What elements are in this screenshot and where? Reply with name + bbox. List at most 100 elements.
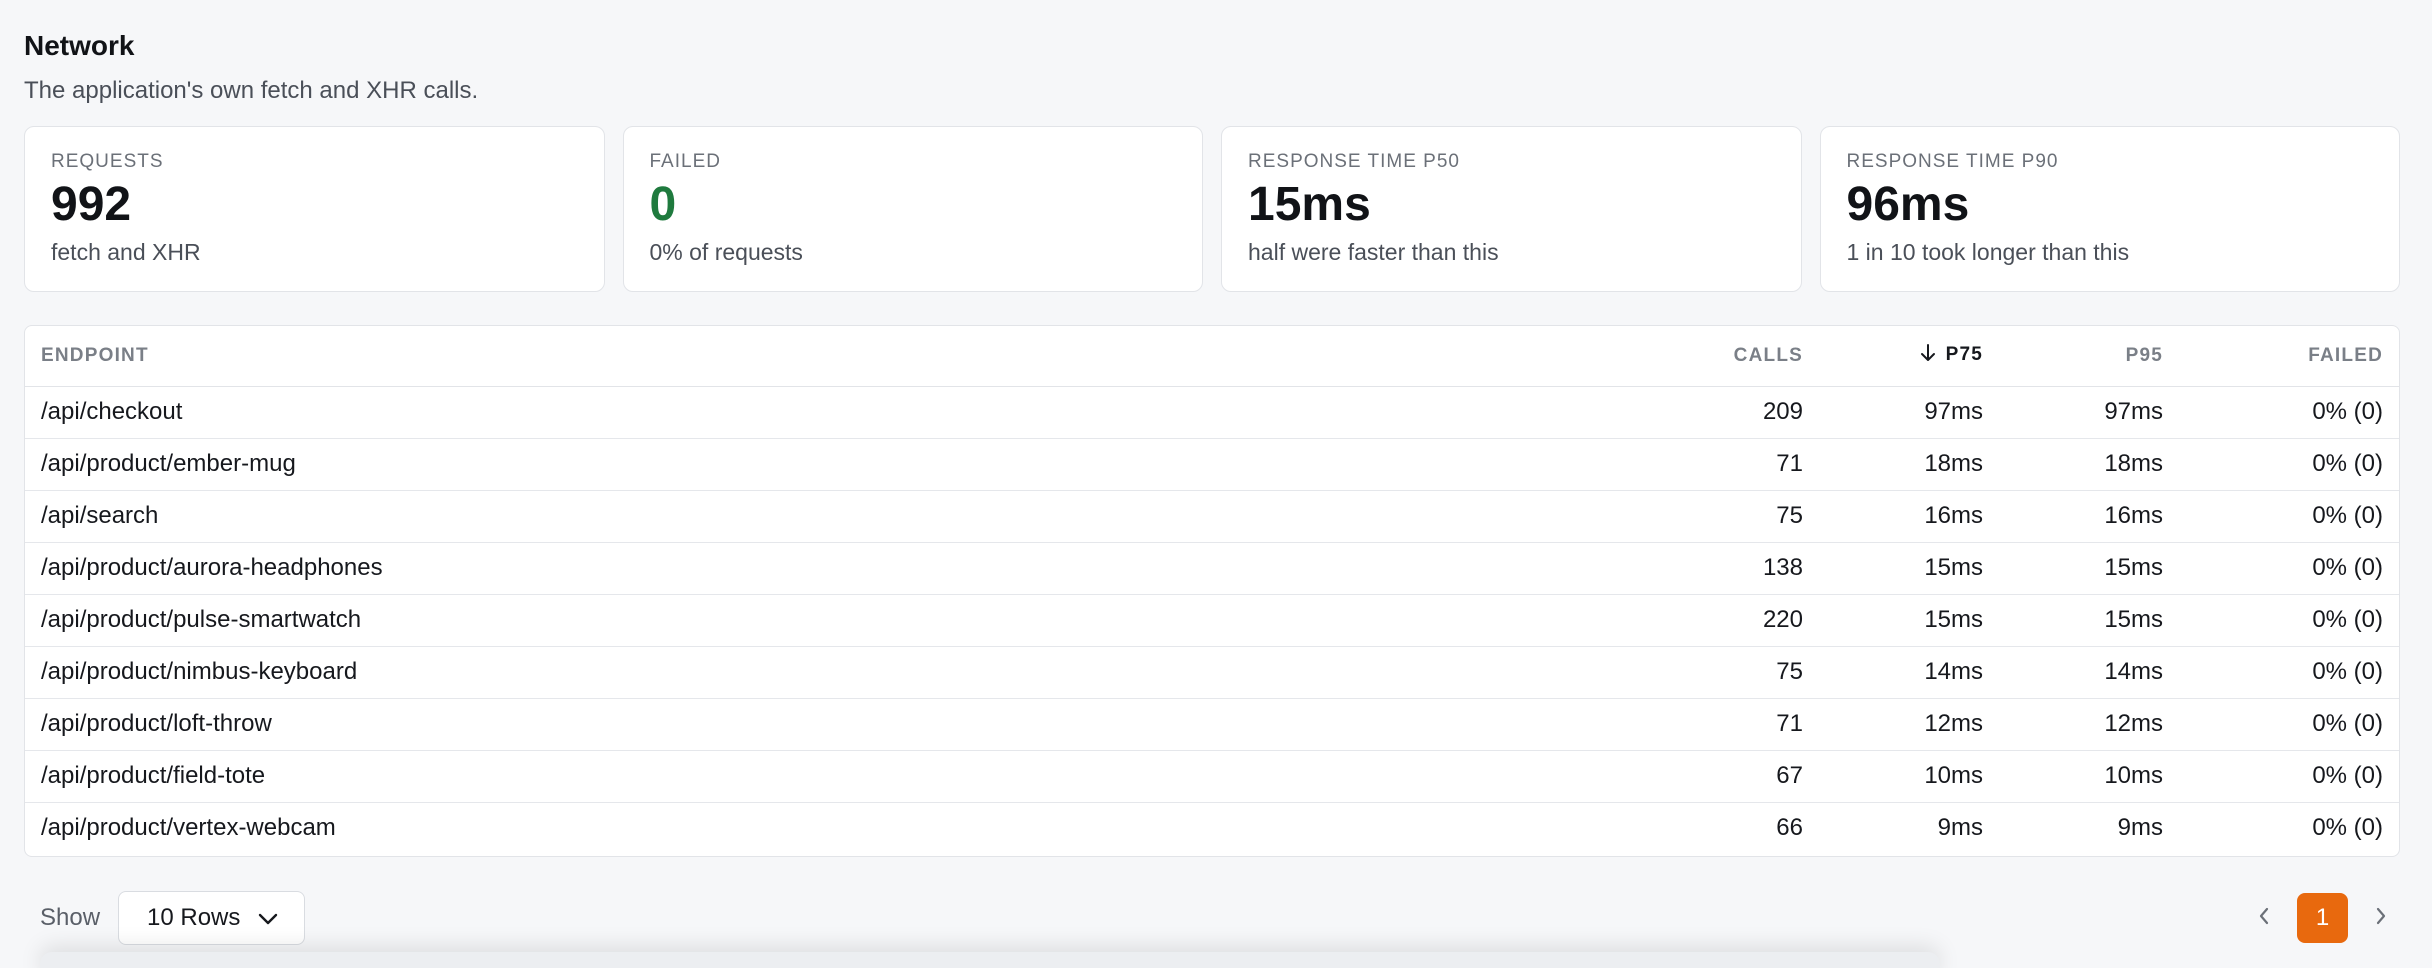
- network-page: Network The application's own fetch and …: [0, 0, 2432, 968]
- card-value: 15ms: [1248, 178, 1371, 231]
- cell-p95: 16ms: [1999, 489, 2179, 542]
- cell-failed: 0% (0): [2179, 697, 2399, 750]
- cell-endpoint: /api/product/vertex-webcam: [25, 801, 1639, 854]
- page-button-current[interactable]: 1: [2297, 893, 2348, 943]
- column-header-label: CALLS: [1733, 344, 1803, 366]
- cell-p75: 15ms: [1819, 541, 1999, 594]
- cell-failed: 0% (0): [2179, 437, 2399, 490]
- card-caption: half were faster than this: [1248, 239, 1499, 265]
- show-rows-label: Show: [40, 904, 101, 931]
- failed-card: FAILED 0 0% of requests: [622, 126, 1203, 292]
- cell-calls: 75: [1639, 489, 1819, 542]
- card-label: RESPONSE TIME P90: [1846, 151, 2059, 172]
- cell-failed: 0% (0): [2312, 398, 2383, 425]
- column-header-failed[interactable]: FAILED: [2179, 326, 2399, 387]
- cell-p75: 12ms: [1819, 697, 1999, 750]
- next-page-button[interactable]: [2370, 907, 2392, 929]
- table-footer: Show 10 Rows 1: [40, 891, 2392, 945]
- cell-endpoint: /api/product/aurora-headphones: [25, 541, 1639, 594]
- cell-p95: 10ms: [1999, 749, 2179, 802]
- rows-per-page-select[interactable]: 10 Rows: [118, 891, 305, 945]
- card-value: 0: [649, 178, 677, 231]
- summary-cards: REQUESTS 992 fetch and XHR FAILED 0 0% o…: [24, 126, 2400, 292]
- column-header-endpoint[interactable]: ENDPOINT: [25, 326, 1639, 387]
- cell-p75: 16ms: [1819, 489, 1999, 542]
- cell-endpoint: /api/product/loft-throw: [25, 697, 1639, 750]
- cell-failed: 0% (0): [2179, 489, 2399, 542]
- cell-failed: 0% (0): [2179, 645, 2399, 698]
- table-body: /api/checkout 209 97ms 97ms 0% (0) /api/…: [25, 386, 2399, 854]
- card-label: REQUESTS: [51, 151, 164, 172]
- cell-p95: 15ms: [1999, 593, 2179, 646]
- cell-calls: 220: [1639, 593, 1819, 646]
- card-value: 992: [51, 178, 132, 231]
- bottom-overlay-edge: [40, 952, 1940, 968]
- card-label: RESPONSE TIME P50: [1248, 151, 1460, 172]
- card-label: FAILED: [649, 151, 721, 172]
- column-header-label: FAILED: [2308, 344, 2383, 366]
- column-header-label: P75: [1945, 343, 1983, 365]
- cell-failed: 0% (0): [2179, 801, 2399, 854]
- cell-failed: 0% (0): [2179, 593, 2399, 646]
- cell-p75: 15ms: [1819, 593, 1999, 646]
- page-title: Network: [24, 30, 135, 61]
- cell-p95: 12ms: [1999, 697, 2179, 750]
- cell-p95: 97ms: [2104, 398, 2163, 425]
- cell-calls: 66: [1639, 801, 1819, 854]
- cell-calls: 67: [1639, 749, 1819, 802]
- cell-p95: 15ms: [1999, 541, 2179, 594]
- cell-p95: 18ms: [1999, 437, 2179, 490]
- cell-calls: 75: [1639, 645, 1819, 698]
- cell-p75: 18ms: [1819, 437, 1999, 490]
- page-subtitle: The application's own fetch and XHR call…: [24, 77, 479, 104]
- response-time-p90-card: RESPONSE TIME P90 96ms 1 in 10 took long…: [1819, 126, 2400, 292]
- previous-page-button[interactable]: [2253, 907, 2275, 929]
- chevron-left-icon: [2258, 907, 2270, 930]
- cell-calls: 71: [1639, 697, 1819, 750]
- cell-endpoint: /api/product/pulse-smartwatch: [25, 593, 1639, 646]
- cell-endpoint: /api/product/nimbus-keyboard: [25, 645, 1639, 698]
- table-row[interactable]: /api/product/pulse-smartwatch 220 15ms 1…: [25, 593, 2399, 646]
- card-value: 96ms: [1846, 178, 1970, 231]
- table-row[interactable]: /api/product/field-tote 67 10ms 10ms 0% …: [25, 749, 2399, 802]
- cell-endpoint: /api/product/field-tote: [25, 749, 1639, 802]
- page-header: Network The application's own fetch and …: [24, 28, 478, 106]
- table-row[interactable]: /api/product/ember-mug 71 18ms 18ms 0% (…: [25, 437, 2399, 490]
- cell-p95: 9ms: [1999, 801, 2179, 854]
- cell-endpoint: /api/checkout: [41, 398, 183, 425]
- column-header-calls[interactable]: CALLS: [1639, 326, 1819, 387]
- cell-calls: 138: [1639, 541, 1819, 594]
- table-row[interactable]: /api/product/aurora-headphones 138 15ms …: [25, 541, 2399, 594]
- cell-calls: 209: [1762, 398, 1803, 425]
- cell-p75: 9ms: [1819, 801, 1999, 854]
- cell-failed: 0% (0): [2179, 541, 2399, 594]
- card-caption: 1 in 10 took longer than this: [1846, 239, 2130, 265]
- cell-p95: 14ms: [1999, 645, 2179, 698]
- cell-calls: 71: [1639, 437, 1819, 490]
- rows-per-page-value: 10 Rows: [147, 904, 241, 931]
- column-header-label: ENDPOINT: [41, 344, 149, 366]
- card-caption: fetch and XHR: [51, 239, 201, 265]
- cell-failed: 0% (0): [2179, 749, 2399, 802]
- table-header-row: ENDPOINT CALLS P75 P95 FAILED: [25, 326, 2399, 387]
- card-caption: 0% of requests: [649, 239, 803, 265]
- sort-descending-icon: [1920, 343, 1936, 368]
- cell-p75: 97ms: [1924, 398, 1983, 425]
- column-header-p75[interactable]: P75: [1819, 326, 1999, 387]
- cell-p75: 14ms: [1819, 645, 1999, 698]
- requests-card: REQUESTS 992 fetch and XHR: [24, 126, 605, 292]
- table-row[interactable]: /api/product/loft-throw 71 12ms 12ms 0% …: [25, 697, 2399, 750]
- cell-endpoint: /api/search: [25, 489, 1639, 542]
- cell-endpoint: /api/product/ember-mug: [25, 437, 1639, 490]
- column-header-p95[interactable]: P95: [1999, 326, 2179, 387]
- table-row[interactable]: /api/product/vertex-webcam 66 9ms 9ms 0%…: [25, 801, 2399, 854]
- table-row[interactable]: /api/checkout 209 97ms 97ms 0% (0): [25, 386, 2399, 438]
- pagination: 1: [2253, 891, 2392, 945]
- table-row[interactable]: /api/product/nimbus-keyboard 75 14ms 14m…: [25, 645, 2399, 698]
- chevron-down-icon: [258, 904, 278, 932]
- chevron-right-icon: [2375, 907, 2387, 930]
- response-time-p50-card: RESPONSE TIME P50 15ms half were faster …: [1221, 126, 1802, 292]
- cell-p75: 10ms: [1819, 749, 1999, 802]
- endpoints-table: ENDPOINT CALLS P75 P95 FAILED /api/check…: [24, 325, 2400, 857]
- table-row[interactable]: /api/search 75 16ms 16ms 0% (0): [25, 489, 2399, 542]
